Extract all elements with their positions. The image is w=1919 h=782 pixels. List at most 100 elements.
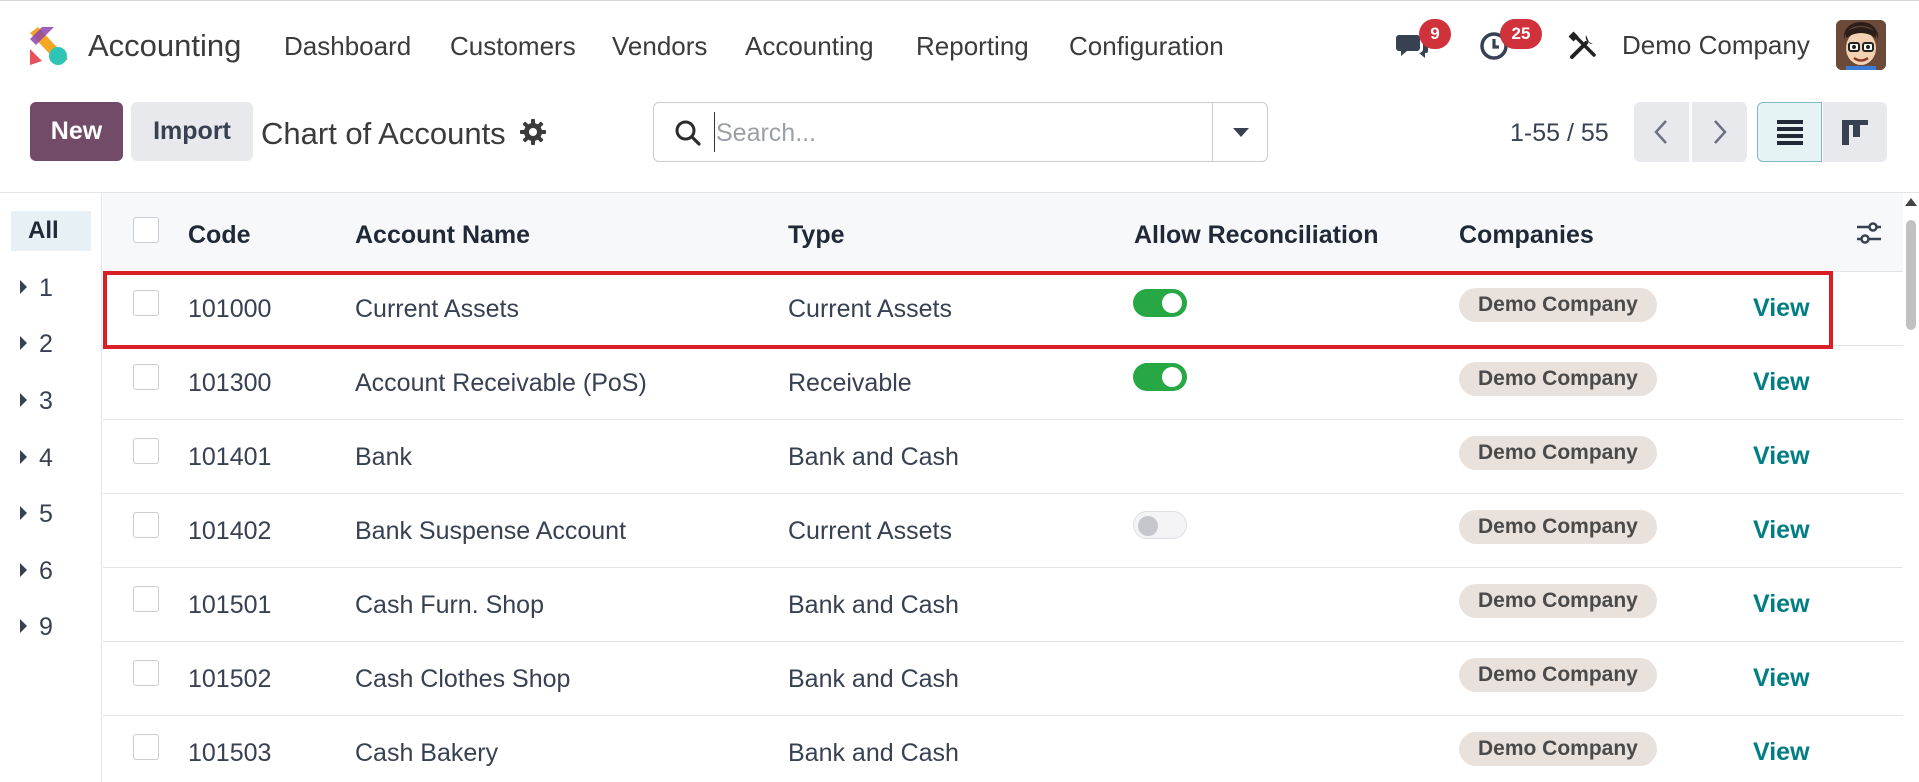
caret-right-icon (20, 619, 27, 634)
tools-icon[interactable] (1568, 31, 1598, 61)
avatar-icon (1836, 20, 1886, 70)
cell-type: Bank and Cash (788, 665, 959, 693)
top-navbar: Accounting Dashboard Customers Vendors A… (0, 0, 1919, 90)
caret-right-icon (20, 393, 27, 408)
side-item-5[interactable]: 5 (20, 499, 53, 529)
reconcile-toggle[interactable] (1133, 363, 1187, 391)
view-link[interactable]: View (1753, 368, 1810, 397)
cell-account-name: Cash Clothes Shop (355, 665, 571, 693)
chevron-left-icon (1654, 120, 1667, 144)
side-item-label: 1 (39, 274, 53, 302)
side-item-all[interactable]: All (11, 211, 91, 251)
company-tag: Demo Company (1459, 732, 1657, 766)
scroll-up-arrow[interactable] (1905, 198, 1917, 206)
pager-previous-button[interactable] (1634, 102, 1689, 162)
caret-down-icon (1233, 128, 1249, 137)
cell-code: 101300 (188, 369, 272, 397)
kanban-view-button[interactable] (1823, 102, 1887, 162)
side-item-1[interactable]: 1 (20, 273, 53, 303)
select-all-checkbox[interactable] (133, 217, 159, 243)
table-row[interactable]: 101300 Account Receivable (PoS) Receivable… (103, 346, 1903, 420)
column-allow-reconciliation[interactable]: Allow Reconciliation (1134, 221, 1378, 250)
list-view-button[interactable] (1757, 102, 1822, 162)
toggle-knob (1162, 367, 1182, 387)
view-link[interactable]: View (1753, 294, 1810, 323)
scrollbar-thumb[interactable] (1906, 220, 1916, 330)
reconcile-toggle[interactable] (1133, 289, 1187, 317)
column-account-name[interactable]: Account Name (355, 221, 530, 250)
table-row[interactable]: 101402 Bank Suspense Account Current Asset… (103, 494, 1903, 568)
search-input[interactable] (716, 113, 1156, 153)
search-icon (675, 120, 701, 146)
app-logo-icon[interactable] (28, 25, 70, 67)
optional-columns-icon[interactable] (1855, 220, 1883, 246)
side-item-9[interactable]: 9 (20, 612, 53, 642)
row-checkbox[interactable] (133, 438, 159, 464)
side-item-6[interactable]: 6 (20, 556, 53, 586)
table-row[interactable]: 101000 Current Assets Current Assets Demo C… (103, 272, 1903, 346)
row-checkbox[interactable] (133, 364, 159, 390)
caret-right-icon (20, 563, 27, 578)
row-checkbox[interactable] (133, 734, 159, 760)
column-code[interactable]: Code (188, 221, 251, 250)
cell-code: 101502 (188, 665, 272, 693)
cell-account-name: Cash Furn. Shop (355, 591, 544, 619)
page-title: Chart of Accounts (261, 116, 506, 151)
side-item-4[interactable]: 4 (20, 443, 53, 473)
cell-account-name: Bank Suspense Account (355, 517, 627, 545)
side-item-label: 9 (39, 613, 53, 641)
menu-dashboard[interactable]: Dashboard (284, 31, 411, 62)
table-row[interactable]: 101502 Cash Clothes Shop Bank and Cash Demo… (103, 642, 1903, 716)
company-tag: Demo Company (1459, 436, 1657, 470)
import-button[interactable]: Import (131, 102, 253, 161)
app-name[interactable]: Accounting (88, 28, 241, 64)
menu-accounting[interactable]: Accounting (745, 31, 874, 62)
menu-customers[interactable]: Customers (450, 31, 576, 62)
cell-code: 101503 (188, 739, 272, 767)
row-checkbox[interactable] (133, 290, 159, 316)
menu-configuration[interactable]: Configuration (1069, 31, 1224, 62)
hierarchy-side-panel: All 1 2 3 4 5 6 9 (0, 193, 102, 782)
view-link[interactable]: View (1753, 664, 1810, 693)
side-item-3[interactable]: 3 (20, 386, 53, 416)
new-button[interactable]: New (30, 102, 123, 161)
row-checkbox[interactable] (133, 512, 159, 538)
table-row[interactable]: 101501 Cash Furn. Shop Bank and Cash Demo C… (103, 568, 1903, 642)
reconcile-toggle[interactable] (1133, 511, 1187, 539)
view-link[interactable]: View (1753, 516, 1810, 545)
view-link[interactable]: View (1753, 442, 1810, 471)
side-item-label: 4 (39, 444, 53, 472)
cell-type: Receivable (788, 369, 912, 397)
search-options-toggle[interactable] (1212, 102, 1268, 162)
table-row[interactable]: 101401 Bank Bank and Cash Demo Company View (103, 420, 1903, 494)
view-link[interactable]: View (1753, 738, 1810, 767)
list-view-icon (1777, 120, 1803, 145)
caret-right-icon (20, 280, 27, 295)
side-item-label: 2 (39, 330, 53, 358)
cell-type: Current Assets (788, 295, 952, 323)
cell-type: Bank and Cash (788, 443, 959, 471)
toggle-knob (1138, 516, 1158, 536)
menu-vendors[interactable]: Vendors (612, 31, 707, 62)
menu-reporting[interactable]: Reporting (916, 31, 1029, 62)
user-avatar[interactable] (1836, 20, 1886, 70)
toggle-knob (1162, 293, 1182, 313)
column-companies[interactable]: Companies (1459, 221, 1594, 250)
pager-value[interactable]: 1-55 / 55 (1510, 119, 1609, 148)
pager-next-button[interactable] (1692, 102, 1747, 162)
cell-account-name: Bank (355, 443, 412, 471)
side-item-2[interactable]: 2 (20, 329, 53, 359)
table-row[interactable]: 101503 Cash Bakery Bank and Cash Demo Compa… (103, 716, 1903, 782)
column-type[interactable]: Type (788, 221, 845, 250)
gear-icon[interactable] (519, 118, 547, 146)
row-checkbox[interactable] (133, 660, 159, 686)
cell-type: Current Assets (788, 517, 952, 545)
company-tag: Demo Company (1459, 362, 1657, 396)
cell-code: 101401 (188, 443, 272, 471)
company-switcher[interactable]: Demo Company (1622, 30, 1810, 61)
view-link[interactable]: View (1753, 590, 1810, 619)
row-checkbox[interactable] (133, 586, 159, 612)
kanban-view-icon (1842, 120, 1868, 145)
side-item-label: 6 (39, 557, 53, 585)
chevron-right-icon (1714, 120, 1727, 144)
